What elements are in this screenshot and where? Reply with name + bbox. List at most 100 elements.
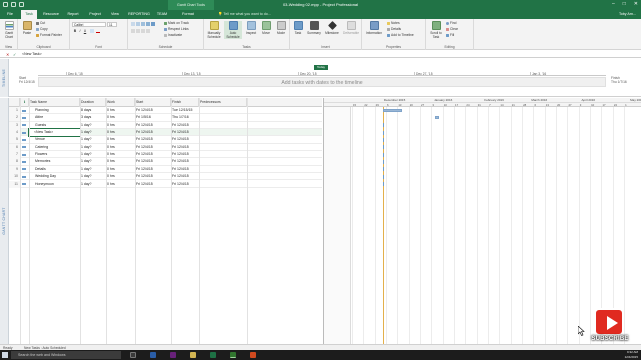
- work-cell[interactable]: 0 hrs: [106, 114, 135, 121]
- indent-icon[interactable]: [131, 29, 135, 33]
- project-icon[interactable]: [230, 352, 236, 358]
- gantt-bar-short[interactable]: [383, 130, 385, 135]
- respect-links-button[interactable]: Respect Links: [164, 27, 189, 32]
- duration-cell[interactable]: 1 day?: [80, 151, 106, 158]
- start-cell[interactable]: Fri 12/4/15: [135, 136, 171, 143]
- file-explorer-icon[interactable]: [190, 352, 196, 358]
- finish-cell[interactable]: Fri 12/4/15: [171, 129, 199, 136]
- start-cell[interactable]: Fri 12/4/15: [135, 166, 171, 173]
- gantt-bar-short[interactable]: [383, 159, 385, 164]
- table-row[interactable]: 5 Venue 1 day? 0 hrs Fri 12/4/15 Fri 12/4/15: [9, 136, 322, 144]
- task-name-cell[interactable]: Wedding Day: [29, 173, 80, 180]
- font-color-icon[interactable]: [96, 29, 100, 33]
- gantt-bar[interactable]: [382, 109, 403, 112]
- taskbar-search-box[interactable]: Search the web and Windows: [11, 351, 121, 359]
- work-cell[interactable]: 0 hrs: [106, 173, 135, 180]
- table-row[interactable]: 7 Flowers 1 day? 0 hrs Fri 12/4/15 Fri 12/4/1…: [9, 151, 322, 159]
- task-name-cell[interactable]: Memories: [29, 158, 80, 165]
- confirm-entry-button[interactable]: ✓: [13, 51, 16, 58]
- bold-button[interactable]: B: [73, 29, 77, 33]
- task-name-cell[interactable]: Details: [29, 166, 80, 173]
- start-cell[interactable]: Fri 12/4/15: [135, 173, 171, 180]
- format-painter-button[interactable]: Format Painter: [36, 33, 62, 38]
- work-cell[interactable]: 0 hrs: [106, 107, 135, 114]
- percent-75-icon[interactable]: [146, 22, 150, 26]
- background-color-icon[interactable]: [90, 29, 94, 33]
- duration-cell[interactable]: 1 day?: [80, 166, 106, 173]
- start-cell[interactable]: Fri 12/4/15: [135, 181, 171, 188]
- fill-button[interactable]: Fill: [446, 33, 454, 38]
- task-name-cell[interactable]: Honeymoon: [29, 181, 80, 188]
- powerpoint-icon[interactable]: [250, 352, 256, 358]
- work-cell[interactable]: 0 hrs: [106, 122, 135, 129]
- tab-task[interactable]: Task: [21, 10, 37, 19]
- finish-cell[interactable]: Fri 12/4/15: [171, 144, 199, 151]
- paste-button[interactable]: Paste: [19, 21, 35, 35]
- duration-cell[interactable]: 1 day?: [80, 129, 106, 136]
- start-cell[interactable]: Fri 12/4/15: [135, 122, 171, 129]
- table-row[interactable]: 8 Memories 1 day? 0 hrs Fri 12/4/15 Fri 12/4/…: [9, 158, 322, 166]
- copy-button[interactable]: Copy: [36, 27, 48, 32]
- tab-report[interactable]: Report: [64, 10, 82, 19]
- finish-cell[interactable]: Fri 12/4/15: [171, 173, 199, 180]
- percent-25-icon[interactable]: [136, 22, 140, 26]
- duration-cell[interactable]: 1 day?: [80, 181, 106, 188]
- duration-cell[interactable]: 1 day?: [80, 173, 106, 180]
- work-cell[interactable]: 0 hrs: [106, 144, 135, 151]
- tell-me-box[interactable]: 💡 Tell me what you want to do...: [218, 10, 271, 19]
- table-row[interactable]: 4 <New Task> 1 day? 0 hrs Fri 12/4/15 Fri 12/…: [9, 128, 322, 138]
- visual-studio-icon[interactable]: [170, 352, 176, 358]
- gantt-bar-short[interactable]: [383, 123, 385, 128]
- finish-cell[interactable]: Fri 12/4/15: [171, 166, 199, 173]
- milestone-button[interactable]: Milestone: [323, 21, 341, 35]
- maximize-button[interactable]: □: [623, 1, 626, 7]
- header-duration[interactable]: Duration: [80, 98, 106, 107]
- finish-cell[interactable]: Fri 12/4/15: [171, 158, 199, 165]
- percent-50-icon[interactable]: [141, 22, 145, 26]
- finish-cell[interactable]: Tue 12/15/15: [171, 107, 199, 114]
- table-row[interactable]: 11 Honeymoon 1 day? 0 hrs Fri 12/4/15 Fri 12/…: [9, 180, 322, 188]
- work-cell[interactable]: 0 hrs: [106, 129, 135, 136]
- duration-cell[interactable]: 1 day?: [80, 136, 106, 143]
- gantt-bar[interactable]: [434, 116, 440, 120]
- link-icon[interactable]: [141, 29, 145, 33]
- tab-project[interactable]: Project: [85, 10, 105, 19]
- task-name-cell[interactable]: Attire: [29, 114, 80, 121]
- work-cell[interactable]: 0 hrs: [106, 158, 135, 165]
- info-column-icon[interactable]: ℹ: [20, 98, 29, 107]
- entry-field[interactable]: <New Task>: [22, 52, 42, 57]
- deliverable-button[interactable]: Deliverable: [341, 21, 361, 35]
- edge-browser-icon[interactable]: [150, 352, 156, 358]
- minimize-button[interactable]: –: [612, 1, 615, 7]
- add-to-timeline-button[interactable]: Add to Timeline: [387, 33, 414, 38]
- work-cell[interactable]: 0 hrs: [106, 151, 135, 158]
- tab-view[interactable]: View: [108, 10, 122, 19]
- task-name-cell[interactable]: <New Task>: [28, 128, 81, 138]
- move-button[interactable]: Move: [259, 21, 273, 35]
- gantt-bar-short[interactable]: [383, 174, 385, 179]
- task-name-cell[interactable]: Catering: [29, 144, 80, 151]
- table-row[interactable]: 10 Wedding Day 1 day? 0 hrs Fri 12/4/15 Fri 1…: [9, 173, 322, 181]
- gantt-bar-short[interactable]: [383, 137, 385, 142]
- start-cell[interactable]: Fri 1/5/16: [135, 114, 171, 121]
- work-cell[interactable]: 0 hrs: [106, 166, 135, 173]
- duration-cell[interactable]: 1 day?: [80, 158, 106, 165]
- unlink-icon[interactable]: [146, 29, 150, 33]
- manually-schedule-button[interactable]: Manually Schedule: [205, 21, 223, 39]
- task-name-cell[interactable]: Flowers: [29, 151, 80, 158]
- header-row-number[interactable]: [9, 98, 20, 107]
- duration-cell[interactable]: 1 day?: [80, 144, 106, 151]
- font-size-select[interactable]: 11: [107, 22, 117, 27]
- table-row[interactable]: 6 Catering 1 day? 0 hrs Fri 12/4/15 Fri 12/4/…: [9, 143, 322, 152]
- scroll-to-task-button[interactable]: Scroll to Task: [428, 21, 444, 39]
- finish-cell[interactable]: Fri 12/4/15: [171, 151, 199, 158]
- task-name-cell[interactable]: Guests: [29, 122, 80, 129]
- table-row[interactable]: 1 Planning 8 days 0 hrs Fri 12/4/15 Tue 12/15…: [9, 107, 322, 115]
- gantt-bar-short[interactable]: [383, 152, 385, 157]
- percent-100-icon[interactable]: [151, 22, 155, 26]
- outdent-icon[interactable]: [136, 29, 140, 33]
- header-start[interactable]: Start: [135, 98, 171, 107]
- underline-button[interactable]: U: [83, 29, 87, 33]
- information-button[interactable]: Information: [364, 21, 384, 35]
- cut-button[interactable]: Cut: [36, 21, 45, 26]
